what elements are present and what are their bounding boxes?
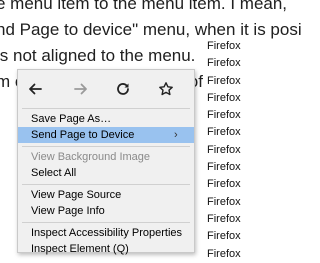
list-item: Firefox xyxy=(207,161,241,174)
list-item: Firefox xyxy=(207,178,241,191)
view-page-info-item[interactable]: View Page Info xyxy=(18,203,194,219)
send-page-to-device-item[interactable]: Send Page to Device › xyxy=(18,127,194,143)
context-menu-navigation xyxy=(18,70,194,108)
list-item: Firefox xyxy=(207,212,241,225)
list-item: Firefox xyxy=(207,230,241,243)
inspect-accessibility-properties-item[interactable]: Inspect Accessibility Properties xyxy=(18,225,194,241)
menu-item-label: Inspect Element (Q) xyxy=(31,243,129,255)
menu-item-label: View Background Image xyxy=(31,151,151,163)
list-item: Firefox xyxy=(207,91,241,104)
menu-item-label: Save Page As… xyxy=(31,113,112,125)
context-menu: Save Page As… Send Page to Device › View… xyxy=(17,69,195,255)
menu-item-label: View Page Info xyxy=(31,205,105,217)
menu-separator xyxy=(22,108,190,109)
menu-item-label: Send Page to Device xyxy=(31,129,135,141)
forward-button[interactable] xyxy=(70,80,92,98)
background-line: nd Page to device" menu, when it is posi xyxy=(0,20,302,39)
background-line: is not aligned to the menu. xyxy=(0,46,196,65)
list-item: Firefox xyxy=(207,247,241,260)
list-item: Firefox xyxy=(207,109,241,122)
list-item: Firefox xyxy=(207,74,241,87)
submenu-arrow-icon: › xyxy=(174,129,178,141)
menu-item-label: View Page Source xyxy=(31,189,122,201)
list-item: Firefox xyxy=(207,126,241,139)
menu-separator xyxy=(22,222,190,223)
menu-item-label: Select All xyxy=(31,167,77,179)
select-all-item[interactable]: Select All xyxy=(18,165,194,181)
arrow-left-icon xyxy=(29,83,42,95)
star-outline-icon xyxy=(159,82,173,96)
background-line: e menu item to the menu item. I mean, xyxy=(0,0,288,13)
list-item: Firefox xyxy=(207,57,241,70)
inspect-element-item[interactable]: Inspect Element (Q) xyxy=(18,241,194,257)
menu-item-label: Inspect Accessibility Properties xyxy=(31,227,183,239)
list-item: Firefox xyxy=(207,143,241,156)
list-item: Firefox xyxy=(207,40,241,52)
back-button[interactable] xyxy=(24,80,46,98)
reload-icon xyxy=(117,83,129,95)
menu-separator xyxy=(22,146,190,147)
bookmark-button[interactable] xyxy=(155,80,177,98)
arrow-right-icon xyxy=(74,83,87,95)
save-page-as-item[interactable]: Save Page As… xyxy=(18,111,194,127)
view-background-image-item[interactable]: View Background Image xyxy=(18,149,194,165)
view-page-source-item[interactable]: View Page Source xyxy=(18,187,194,203)
background-list: Firefox Firefox Firefox Firefox Firefox … xyxy=(207,38,241,263)
reload-button[interactable] xyxy=(112,80,134,98)
menu-separator xyxy=(22,184,190,185)
list-item: Firefox xyxy=(207,195,241,208)
